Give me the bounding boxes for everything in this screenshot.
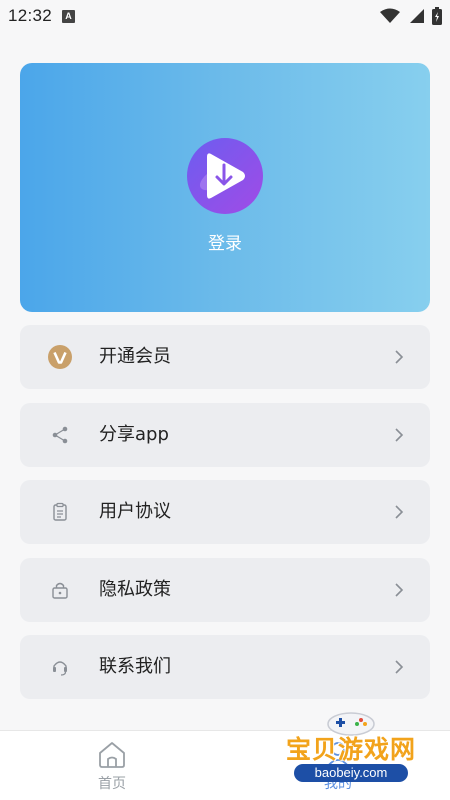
- profile-screen: 12:32 A 登录 开通会员 分享app 用户协议 隐私政策 联系我们 首页 …: [0, 0, 450, 800]
- share-icon: [48, 423, 72, 447]
- menu-item-label: 分享app: [99, 424, 169, 445]
- lock-icon: [48, 578, 72, 602]
- menu-item-privacy-policy[interactable]: 隐私政策: [20, 558, 430, 622]
- chevron-right-icon: [395, 428, 404, 442]
- login-card[interactable]: 登录: [20, 63, 430, 312]
- watermark-title: 宝贝游戏网: [285, 735, 416, 764]
- vip-icon: [48, 345, 72, 369]
- status-bar: 12:32 A: [0, 0, 450, 32]
- chevron-right-icon: [395, 583, 404, 597]
- menu-item-label: 用户协议: [99, 501, 171, 522]
- menu-item-share[interactable]: 分享app: [20, 403, 430, 467]
- menu-item-label: 隐私政策: [99, 579, 171, 600]
- menu-item-label: 联系我们: [99, 656, 171, 677]
- nav-item-home[interactable]: 首页: [72, 739, 152, 799]
- nav-label-home: 首页: [98, 776, 126, 792]
- battery-icon: [432, 7, 442, 25]
- chevron-right-icon: [395, 660, 404, 674]
- chevron-right-icon: [395, 350, 404, 364]
- menu-item-vip[interactable]: 开通会员: [20, 325, 430, 389]
- home-icon: [99, 742, 125, 768]
- menu-item-contact-us[interactable]: 联系我们: [20, 635, 430, 699]
- menu-item-user-agreement[interactable]: 用户协议: [20, 480, 430, 544]
- menu-item-label: 开通会员: [99, 346, 171, 367]
- download-play-logo[interactable]: [187, 138, 263, 214]
- chevron-right-icon: [395, 505, 404, 519]
- login-button[interactable]: 登录: [20, 229, 430, 254]
- clipboard-icon: [48, 500, 72, 524]
- signal-icon: [410, 9, 424, 23]
- a-notification-icon: A: [62, 9, 76, 23]
- headset-icon: [48, 655, 72, 679]
- watermark-url: baobeiy.com: [294, 764, 408, 782]
- wifi-icon: [380, 8, 400, 23]
- watermark-logo: 宝贝游戏网 baobeiy.com: [276, 706, 426, 800]
- status-time: 12:32: [8, 6, 53, 25]
